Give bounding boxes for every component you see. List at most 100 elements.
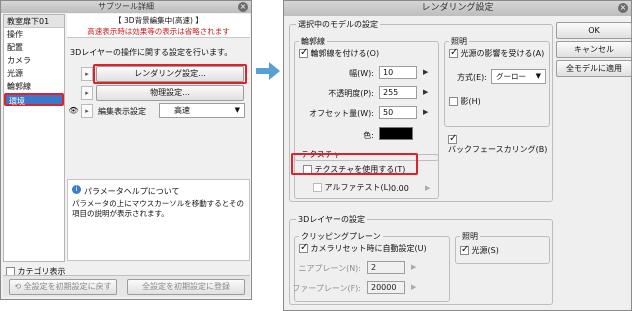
reset-all-label: 全設定を初期設定に戻す [23, 282, 112, 291]
offset-field[interactable]: 50 [379, 106, 417, 119]
close-icon[interactable]: × [618, 3, 628, 13]
near-plane-label: ニアプレーン(N): [298, 264, 361, 273]
outline-group: 輪郭線 輪郭線を付ける(O) 幅(W): 10 ▶ 不透明度(P): 255 ▶… [294, 36, 439, 161]
layer-lighting-group: 照明 光源(S) [455, 231, 550, 264]
eye-icon[interactable]: 👁 [68, 104, 79, 117]
edit-display-label: 編集表示設定 [98, 107, 146, 116]
light-influence-toggle[interactable]: 光源の影響を受ける(A) [449, 47, 545, 59]
environment-description: 3Dレイヤーの操作に関する設定を行います。 [70, 48, 233, 57]
auto-clip-toggle[interactable]: カメラリセット時に自動設定(U) [299, 242, 427, 254]
apply-all-models-button[interactable]: 全モデルに適用 [556, 60, 632, 77]
expand-arrow-icon[interactable]: ▸ [81, 104, 93, 118]
far-plane-field[interactable]: 20000 [367, 281, 405, 294]
dialog-titlebar: レンダリング設定 × [284, 1, 631, 16]
lighting-group: 照明 光源の影響を受ける(A) 方式(E): グーロー ▼ 影(H) [444, 36, 550, 127]
backface-culling-checkbox[interactable] [448, 133, 457, 144]
render-settings-dialog: レンダリング設定 × 選択中のモデルの設定 輪郭線 輪郭線を付ける(O) 幅(W… [283, 0, 632, 311]
outline-enable-toggle[interactable]: 輪郭線を付ける(O) [299, 47, 380, 59]
offset-stepper-arrow-icon[interactable]: ▶ [423, 108, 428, 116]
category-item-placement[interactable]: 配置 [4, 41, 64, 54]
tool-name: 教室扉下01 [4, 15, 64, 28]
shading-method-select[interactable]: グーロー ▼ [491, 69, 546, 84]
alpha-test-toggle[interactable]: アルファテスト(L) [313, 182, 391, 193]
dialog-title: レンダリング設定 [421, 3, 494, 13]
near-stepper-arrow-icon[interactable]: ▶ [411, 263, 416, 271]
offset-label: オフセット量(W): [309, 109, 374, 118]
subtool-title: サブツール詳細 [98, 2, 154, 11]
reset-icon: ⟲ [14, 282, 24, 291]
chevron-down-icon: ▼ [234, 106, 240, 114]
info-icon: i [72, 185, 81, 194]
shading-method-value: グーロー [496, 72, 526, 81]
backface-culling-toggle[interactable]: バックフェースカリング(B) [448, 133, 552, 155]
layer-settings-group: 3Dレイヤーの設定 クリッピングプレーン カメラリセット時に自動設定(U) ニア… [289, 214, 553, 305]
shadow-label: 影(H) [460, 97, 481, 106]
expand-arrow-icon[interactable]: ▸ [81, 67, 93, 81]
width-label: 幅(W): [349, 69, 374, 78]
clipping-plane-group: クリッピングプレーン カメラリセット時に自動設定(U) ニアプレーン(N): 2… [292, 231, 450, 302]
alpha-test-value: 0.00 [391, 184, 409, 193]
light-influence-checkbox[interactable] [449, 47, 458, 58]
auto-clip-checkbox[interactable] [299, 242, 308, 253]
model-group-title: 選択中のモデルの設定 [296, 19, 380, 30]
category-item-outline[interactable]: 輪郭線 [4, 80, 64, 93]
outline-title: 輪郭線 [299, 36, 327, 47]
width-field[interactable]: 10 [379, 66, 417, 79]
edit-display-select[interactable]: 高速 ▼ [159, 103, 245, 118]
auto-clip-label: カメラリセット時に自動設定(U) [310, 244, 427, 253]
layer-group-title: 3Dレイヤーの設定 [296, 214, 368, 225]
right-arrow-icon [256, 62, 280, 80]
far-stepper-arrow-icon[interactable]: ▶ [411, 283, 416, 291]
model-settings-group: 選択中のモデルの設定 輪郭線 輪郭線を付ける(O) 幅(W): 10 ▶ 不透明… [289, 19, 553, 202]
layer-light-toggle[interactable]: 光源(S) [460, 244, 499, 256]
opacity-label: 不透明度(P): [328, 89, 374, 98]
expand-arrow-icon[interactable]: ▸ [81, 86, 93, 100]
layer-light-label: 光源(S) [471, 246, 499, 255]
subtool-bottom-bar: ⟲ 全設定を初期設定に戻す 全設定を初期設定に登録 [3, 275, 250, 297]
edit-display-value: 高速 [174, 106, 190, 115]
cancel-button[interactable]: キャンセル [556, 41, 632, 58]
alpha-stepper-arrow-icon[interactable]: ▶ [425, 184, 430, 192]
help-text: パラメータの上にマウスカーソルを移動するとその項目の説明が表示されます。 [72, 199, 245, 218]
category-item-operation[interactable]: 操作 [4, 28, 64, 41]
register-all-button[interactable]: 全設定を初期設定に登録 [127, 279, 245, 295]
banner-title: 【 3D背景編集中(高速) 】 [114, 16, 203, 25]
ok-button[interactable]: OK [556, 22, 632, 39]
category-item-camera[interactable]: カメラ [4, 54, 64, 67]
backface-culling-label: バックフェースカリング(B) [448, 145, 548, 154]
subtool-detail-panel: サブツール詳細 × 教室扉下01 操作 配置 カメラ 光源 輪郭線 環境 【 3… [0, 0, 252, 300]
shadow-toggle[interactable]: 影(H) [449, 96, 481, 107]
physics-settings-button[interactable]: 物理設定... [96, 85, 244, 101]
light-influence-label: 光源の影響を受ける(A) [460, 49, 545, 58]
close-icon[interactable]: × [238, 2, 248, 12]
reset-all-button[interactable]: ⟲ 全設定を初期設定に戻す [9, 279, 117, 295]
category-item-light-source[interactable]: 光源 [4, 67, 64, 80]
near-plane-field[interactable]: 2 [367, 261, 405, 274]
width-stepper-arrow-icon[interactable]: ▶ [423, 68, 428, 76]
tool-status-banner: 【 3D背景編集中(高速) 】 高速表示時は効果等の表示は省略されます [67, 14, 250, 38]
clipping-title: クリッピングプレーン [299, 231, 383, 242]
help-title: パラメータヘルプについて [84, 187, 180, 196]
far-plane-label: ファープレーン(F): [292, 284, 361, 293]
layer-lighting-title: 照明 [460, 231, 480, 242]
outline-enable-checkbox[interactable] [299, 47, 308, 58]
outline-enable-label: 輪郭線を付ける(O) [310, 49, 380, 58]
alpha-test-label: アルファテスト(L) [324, 183, 392, 192]
parameter-help-area: i パラメータヘルプについて パラメータの上にマウスカーソルを移動するとその項目… [67, 179, 250, 261]
opacity-stepper-arrow-icon[interactable]: ▶ [423, 88, 428, 96]
alpha-test-checkbox[interactable] [313, 183, 322, 192]
subtool-titlebar: サブツール詳細 × [1, 1, 251, 13]
lighting-title: 照明 [449, 36, 469, 47]
outline-color-swatch[interactable] [379, 127, 413, 140]
category-item-environment[interactable]: 環境 [4, 93, 64, 106]
banner-warning: 高速表示時は効果等の表示は省略されます [87, 27, 230, 36]
shadow-checkbox[interactable] [449, 97, 458, 106]
chevron-down-icon: ▼ [535, 72, 541, 80]
shading-method-label: 方式(E): [457, 73, 487, 82]
color-label: 色: [363, 131, 374, 140]
use-texture-highlight [291, 153, 418, 175]
opacity-field[interactable]: 255 [379, 86, 417, 99]
layer-light-checkbox[interactable] [460, 244, 469, 255]
render-button-highlight [93, 64, 247, 84]
category-list: 教室扉下01 操作 配置 カメラ 光源 輪郭線 環境 [3, 14, 65, 262]
